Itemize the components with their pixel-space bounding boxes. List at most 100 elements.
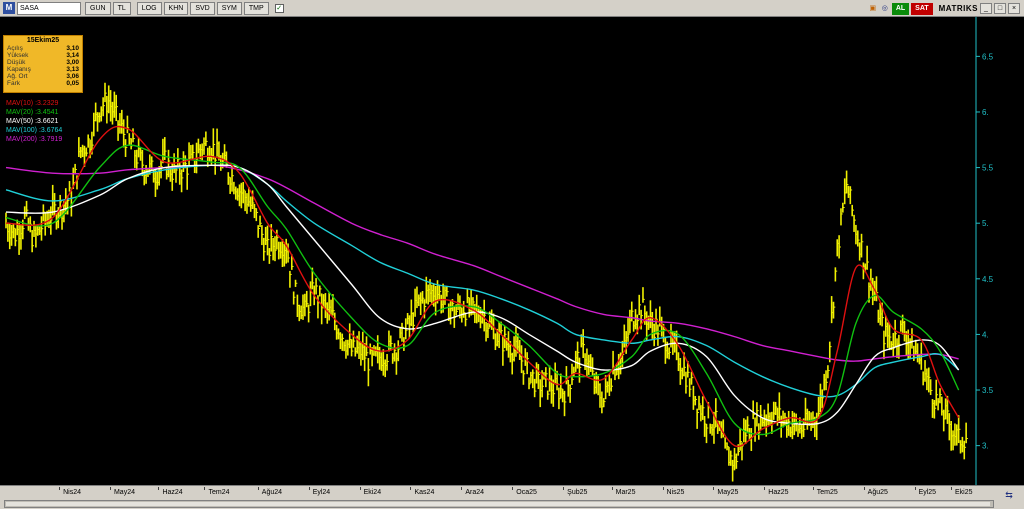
x-tick-label: Ağu25 [867, 489, 888, 496]
svd-button[interactable]: SVD [190, 1, 215, 15]
x-tick-label: Tem24 [208, 489, 230, 496]
info-label: Ağ. Ort [7, 73, 28, 80]
x-tick-label: Oca25 [516, 489, 537, 496]
x-tick-label: Kas24 [414, 489, 435, 496]
x-tick-mark [109, 487, 111, 490]
y-tick-label: 3. [982, 442, 989, 451]
y-tick-label: 4.5 [982, 275, 994, 284]
x-tick-mark [863, 487, 865, 490]
x-tick-label: May24 [113, 489, 135, 496]
x-tick-label: Tem25 [816, 489, 838, 496]
x-tick-mark [764, 487, 766, 490]
info-label: Düşük [7, 59, 26, 66]
x-tick-mark [257, 487, 259, 490]
x-tick-mark [59, 487, 61, 490]
x-tick-label: Eyl25 [918, 489, 937, 496]
x-tick-mark [713, 487, 715, 490]
reset-zoom-icon[interactable]: ⇆ [1000, 490, 1018, 504]
x-tick-mark [158, 487, 160, 490]
toolbar-right: ▣ ◎ AL SAT MATRIKS _ □ × [866, 2, 1020, 15]
x-tick-mark [914, 487, 916, 490]
x-tick-mark [662, 487, 664, 490]
legend-mav200[interactable]: MAV(200) :3.7919 [6, 135, 62, 144]
series-line-mav50 [5, 164, 960, 426]
x-tick-label: Nis24 [63, 489, 81, 496]
log-scale-button[interactable]: LOG [136, 1, 162, 15]
info-label: Yüksek [7, 52, 29, 59]
x-tick-label: Ara24 [465, 489, 485, 496]
legend-value: :3.2329 [35, 100, 59, 107]
x-tick-label: Haz25 [768, 489, 789, 496]
x-tick-mark [410, 487, 412, 490]
zoom-icon[interactable]: ◎ [880, 4, 890, 14]
info-value: 3,10 [66, 45, 79, 52]
info-value: 3,06 [66, 73, 79, 80]
info-date: 15Ekim25 [26, 37, 60, 44]
x-tick-label: Şub25 [567, 489, 588, 496]
y-tick-label: 6.5 [982, 52, 994, 61]
info-row-open: Açılış 3,10 [7, 45, 79, 52]
x-tick-mark [204, 487, 206, 490]
info-value: 3,14 [66, 52, 79, 59]
y-tick-label: 6. [982, 108, 989, 117]
app-logo-icon: M [3, 2, 15, 14]
info-row-close: Kapanış 3,13 [7, 66, 79, 73]
y-tick-label: 3.5 [982, 386, 994, 395]
indicator-legend: MAV(10) :3.2329 MAV(20) :3.4541 MAV(50) … [6, 99, 62, 144]
period-button[interactable]: GUN [85, 1, 111, 15]
info-value: 0,05 [66, 80, 79, 87]
legend-label: MAV(20) [6, 109, 34, 116]
price-chart[interactable]: 6.5 6. 5.5 5. 4.5 4. 3.5 3. [0, 17, 1024, 485]
info-label: Kapanış [7, 66, 31, 73]
legend-label: MAV(50) [6, 118, 34, 125]
y-tick-label: 5.5 [982, 164, 994, 173]
bottom-bar: Nis24 May24 Haz24 Tem24 Ağu24 Eyl24 Eki24 Kas24… [0, 485, 1024, 509]
matriks-logo: MATRIKS [938, 4, 978, 13]
x-tick-label: Ağu24 [261, 489, 283, 496]
legend-mav20[interactable]: MAV(20) :3.4541 [6, 108, 62, 117]
chart-toolbar: M SASA GUN TL LOG KHN SVD SYM TMP ✓ ▣ ◎ … [0, 0, 1024, 17]
time-scrollbar[interactable] [4, 500, 994, 508]
x-tick-label: Nis25 [666, 489, 685, 496]
symbol-input[interactable]: SASA [17, 1, 81, 15]
x-tick-mark [308, 487, 310, 490]
x-tick-label: Mar25 [615, 489, 636, 496]
info-row-low: Düşük 3,00 [7, 59, 79, 66]
close-button[interactable]: × [1008, 3, 1020, 14]
x-tick-label: Eki25 [955, 489, 973, 496]
legend-mav50[interactable]: MAV(50) :3.6621 [6, 117, 62, 126]
legend-value: :3.7919 [38, 136, 63, 143]
legend-mav100[interactable]: MAV(100) :3.6764 [6, 126, 62, 135]
info-label: Açılış [7, 45, 23, 52]
x-tick-mark [512, 487, 514, 490]
x-axis: Nis24 May24 Haz24 Tem24 Ağu24 Eyl24 Eki24 Kas24… [0, 487, 1000, 499]
x-tick-label: Haz24 [162, 489, 183, 496]
y-tick-label: 5. [982, 219, 989, 228]
info-row-high: Yüksek 3,14 [7, 52, 79, 59]
x-tick-label: May25 [717, 489, 739, 496]
checkbox-icon[interactable]: ✓ [274, 3, 284, 13]
legend-value: :3.6621 [35, 118, 59, 125]
khn-button[interactable]: KHN [163, 1, 189, 15]
chart-settings-icon[interactable]: ▣ [868, 4, 878, 14]
series-line-mav200 [5, 164, 959, 362]
currency-button[interactable]: TL [112, 1, 131, 15]
legend-value: :3.4541 [35, 109, 59, 116]
chart-area[interactable]: 6.5 6. 5.5 5. 4.5 4. 3.5 3. 15Ekim25 Açılış 3,1… [0, 17, 1024, 485]
y-tick-label: 4. [982, 330, 989, 339]
buy-button[interactable]: AL [891, 2, 910, 15]
series-line-mav20 [5, 144, 960, 436]
legend-label: MAV(10) [6, 100, 34, 107]
sym-button[interactable]: SYM [216, 1, 242, 15]
tmp-button[interactable]: TMP [243, 1, 269, 15]
sell-button[interactable]: SAT [911, 2, 933, 15]
info-label: Fark [7, 80, 20, 87]
maximize-button[interactable]: □ [994, 3, 1006, 14]
legend-mav10[interactable]: MAV(10) :3.2329 [6, 99, 62, 108]
x-tick-mark [611, 487, 613, 490]
x-tick-mark [951, 487, 952, 490]
minimize-button[interactable]: _ [980, 3, 992, 14]
legend-label: MAV(100) [6, 127, 37, 134]
scrollbar-thumb[interactable] [6, 502, 990, 506]
x-tick-mark [812, 487, 814, 490]
